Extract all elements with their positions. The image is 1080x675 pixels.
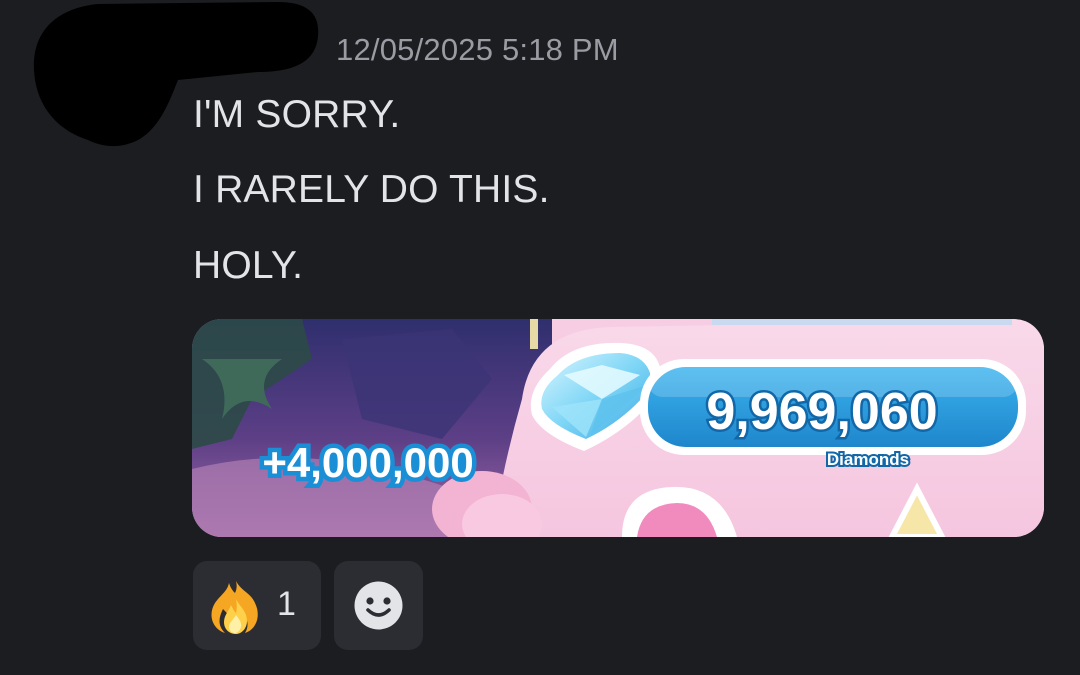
add-reaction-button[interactable] [334, 561, 423, 650]
reaction-fire[interactable]: 1 [193, 561, 321, 650]
diamond-gain: +4,000,000 [262, 439, 473, 486]
image-attachment[interactable]: 9,969,060 Diamonds +4,000,000 [192, 319, 1044, 537]
message-timestamp: 12/05/2025 5:18 PM [336, 32, 619, 67]
message-line: I RARELY DO THIS. [193, 168, 550, 211]
message-line: I'M SORRY. [193, 93, 401, 136]
currency-label: Diamonds [827, 450, 909, 469]
game-screenshot: 9,969,060 Diamonds +4,000,000 [192, 319, 1044, 537]
message-line: HOLY. [193, 244, 304, 287]
fire-icon [211, 581, 258, 634]
smiley-icon [354, 581, 403, 630]
reaction-count: 1 [277, 585, 296, 623]
message-view: 12/05/2025 5:18 PM I'M SORRY. I RARELY D… [0, 0, 1080, 675]
diamond-total: 9,969,060 [706, 383, 937, 441]
